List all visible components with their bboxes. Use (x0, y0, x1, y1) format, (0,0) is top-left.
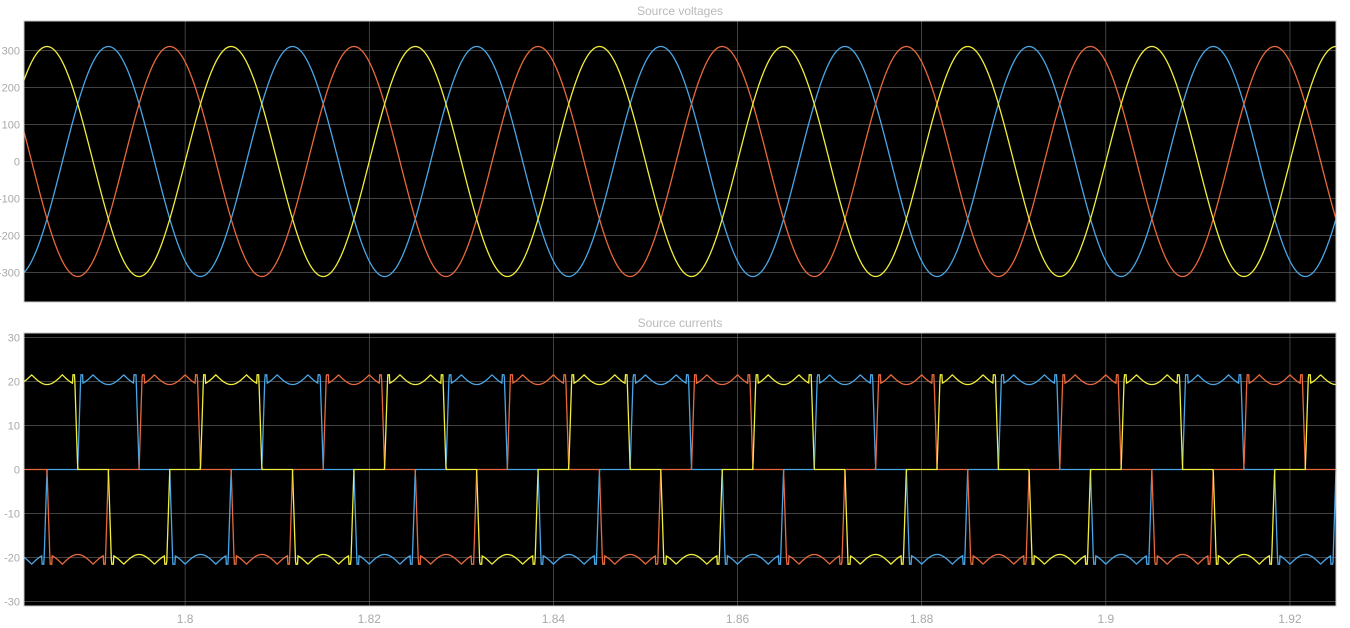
x-tick-label: 1.84 (542, 612, 566, 626)
voltage-ytick-label: 200 (2, 83, 20, 95)
voltage-ytick-label: -300 (0, 267, 20, 279)
current-ytick-label: 10 (8, 420, 20, 432)
current-ytick-label: -20 (4, 553, 20, 565)
x-tick-label: 1.9 (1097, 612, 1114, 626)
current-ytick-label: 20 (8, 376, 20, 388)
current-plot: -30 -20 -10 0 10 20 30 1.8 1.82 1.84 1.86 1.88 1.9 1… (4, 316, 1337, 626)
voltage-ytick-label: -100 (0, 193, 20, 205)
voltage-plot: -300 -200 -100 0 100 200 300 Source voltages (0, 4, 1337, 303)
voltage-ytick-label: 100 (2, 120, 20, 132)
current-plot-title: Source currents (638, 316, 723, 330)
x-tick-label: 1.88 (910, 612, 934, 626)
voltage-ytick-label: 0 (14, 157, 20, 169)
current-ytick-label: 30 (8, 332, 20, 344)
voltage-ytick-label: 300 (2, 46, 20, 58)
x-tick-label: 1.8 (177, 612, 194, 626)
voltage-ytick-label: -200 (0, 230, 20, 242)
current-ytick-label: -10 (4, 509, 20, 521)
x-tick-label: 1.92 (1278, 612, 1302, 626)
scope-figure: -300-200-1000100200300 Source voltages -… (0, 0, 1350, 628)
current-ytick-label: -30 (4, 597, 20, 609)
x-tick-label: 1.86 (726, 612, 750, 626)
voltage-plot-title: Source voltages (637, 4, 723, 18)
current-ytick-label: 0 (14, 465, 20, 477)
x-tick-label: 1.82 (358, 612, 382, 626)
